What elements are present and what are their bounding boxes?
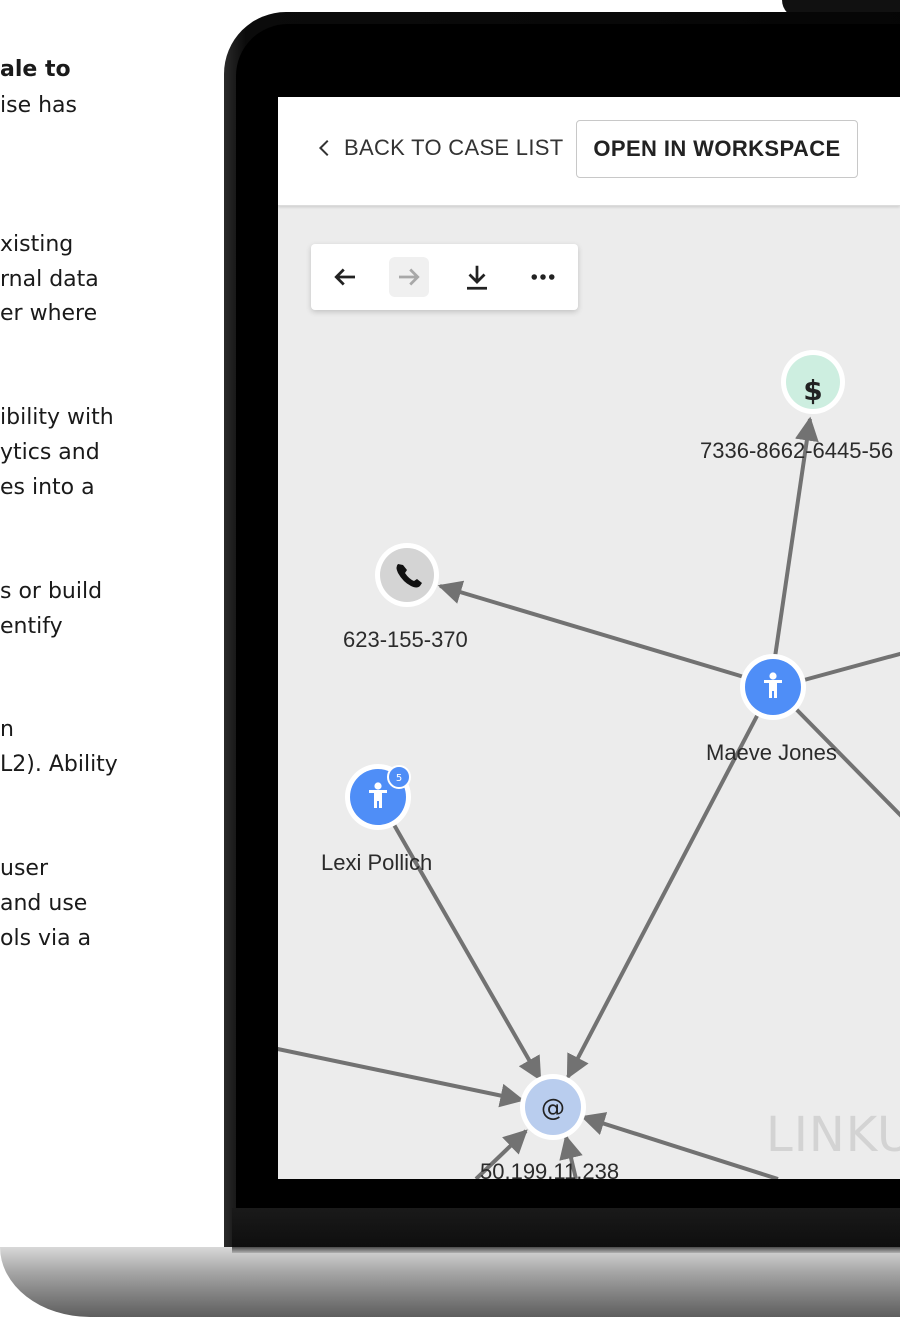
node-label-lexi: Lexi Pollich	[321, 850, 433, 875]
badge-count: 5	[396, 773, 402, 784]
back-link-label: BACK TO CASE LIST	[344, 135, 564, 160]
at-icon: @	[541, 1094, 565, 1122]
download-icon	[467, 265, 487, 290]
edge-left-ip	[278, 1047, 525, 1108]
node-label-maeve: Maeve Jones	[706, 740, 837, 765]
more-button[interactable]	[523, 257, 563, 297]
text-line: xisting	[0, 232, 74, 257]
edge-maeve-phone	[437, 580, 745, 679]
edge-maeve-ip	[566, 713, 760, 1080]
back-button[interactable]	[325, 257, 365, 297]
text-line: entify	[0, 614, 63, 639]
forward-arrow-icon	[399, 268, 420, 286]
text-line: es into a	[0, 475, 95, 500]
node-label-phone: 623-155-370	[343, 627, 468, 652]
download-button[interactable]	[457, 257, 497, 297]
text-line: n	[0, 717, 14, 742]
edge-maeve-right	[803, 651, 900, 682]
dollar-icon: $	[803, 374, 822, 407]
text-line: ibility with	[0, 405, 114, 430]
node-lexi[interactable]: 5	[345, 764, 411, 830]
edge-maeve-downright	[794, 707, 900, 818]
back-arrow-icon	[334, 268, 355, 286]
text-line: ols via a	[0, 926, 92, 951]
laptop-chin	[232, 1208, 900, 1248]
node-card[interactable]: $	[781, 350, 845, 414]
text-line: ise has	[0, 93, 77, 118]
node-phone[interactable]	[375, 543, 439, 607]
text-line: rnal data	[0, 267, 99, 292]
text-line: er where	[0, 301, 98, 326]
node-maeve[interactable]	[740, 654, 806, 720]
text-line: L2). Ability	[0, 752, 118, 777]
header-bar-overlay: BACK TO CASE LIST OPEN IN WORKSPACE	[278, 97, 900, 206]
app-screen: BACK TO CASE LIST OPEN IN WORKSPACE	[278, 97, 900, 1179]
node-label-ip: 50.199.11.238	[480, 1159, 620, 1179]
laptop-base	[0, 1247, 900, 1317]
chevron-left-icon	[318, 139, 329, 157]
text-line: user	[0, 856, 48, 881]
text-line: s or build	[0, 579, 103, 604]
node-ip[interactable]: @	[520, 1074, 586, 1140]
watermark-logo: LINKU	[766, 1107, 900, 1163]
forward-button[interactable]	[389, 257, 429, 297]
text-line: ale to	[0, 57, 71, 82]
back-to-case-list-link[interactable]: BACK TO CASE LIST	[314, 135, 563, 161]
text-line: and use	[0, 891, 88, 916]
node-label-card: 7336-8662-6445-56	[700, 438, 894, 463]
more-icon	[531, 274, 555, 280]
graph-toolbar	[311, 244, 578, 310]
open-in-workspace-button[interactable]: OPEN IN WORKSPACE	[576, 120, 858, 178]
text-line: ytics and	[0, 440, 100, 465]
laptop-hinge	[232, 1247, 900, 1253]
